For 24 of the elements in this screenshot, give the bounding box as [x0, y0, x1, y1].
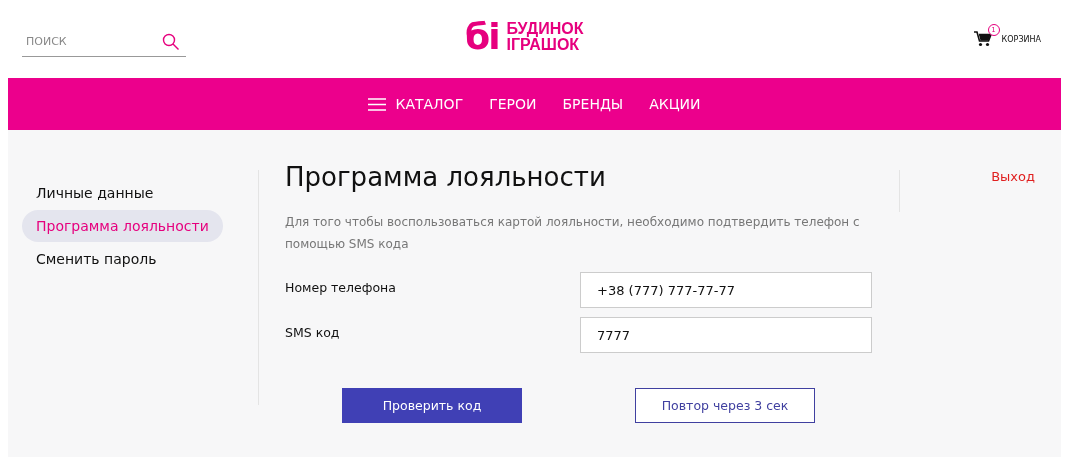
logout-link[interactable]: Выход	[991, 169, 1035, 184]
verify-button[interactable]: Проверить код	[342, 388, 522, 423]
nav-link[interactable]: АКЦИИ	[649, 96, 701, 112]
logo-text[interactable]: ІГРАШОК	[506, 37, 584, 53]
field-label: SMS код	[285, 324, 340, 340]
nav-link[interactable]: ГЕРОИ	[489, 96, 537, 112]
nav-link[interactable]: БРЕНДЫ	[562, 96, 624, 112]
menu-icon[interactable]	[368, 97, 387, 111]
input-field[interactable]: 7777	[580, 317, 872, 353]
description-text: Для того чтобы воспользоваться картой лояльности, необходимо подтвердить телефон с помощью SMS кода	[285, 214, 861, 253]
page-title: Программа лояльности	[285, 161, 607, 194]
search-icon[interactable]	[162, 33, 180, 51]
logo-text[interactable]: БУДИНОК	[506, 21, 584, 37]
sidebar-item[interactable]: Сменить пароль	[22, 243, 171, 275]
field-label: Номер телефона	[285, 279, 396, 295]
input-field[interactable]: +38 (777) 777-77-77	[580, 272, 872, 308]
catalog-menu-link[interactable]: КАТАЛОГ	[395, 96, 464, 112]
cart-icon[interactable]	[973, 31, 992, 47]
logo-mark[interactable]: бі	[465, 20, 499, 54]
sidebar-item[interactable]: Программа лояльности	[22, 210, 223, 242]
resend-button[interactable]: Повтор через 3 сек	[635, 388, 815, 423]
cart-link[interactable]: КОРЗИНА	[1001, 34, 1041, 44]
sidebar-item[interactable]: Личные данные	[22, 177, 168, 209]
search-field[interactable]: ПОИСК	[22, 27, 186, 57]
